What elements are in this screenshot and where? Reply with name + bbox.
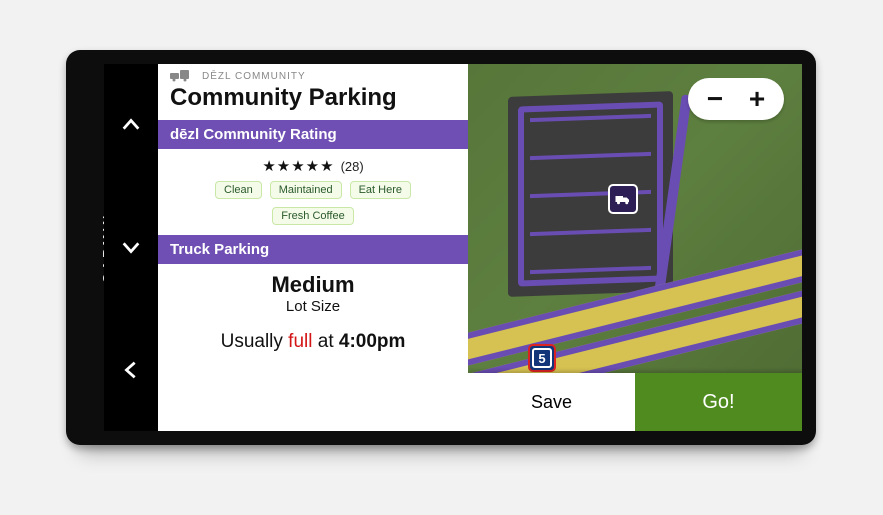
chevron-up-icon	[120, 114, 142, 136]
tag-fresh-coffee: Fresh Coffee	[272, 207, 353, 225]
action-bar: Save Go!	[468, 373, 802, 431]
parking-lot-shape	[508, 91, 673, 297]
page-title: Community Parking	[158, 84, 468, 120]
tag-clean: Clean	[215, 181, 262, 199]
dezl-community-icon	[170, 70, 196, 82]
usually-mid: at	[312, 331, 338, 352]
save-button[interactable]: Save	[468, 373, 635, 431]
community-brand-label: DĒZL COMMUNITY	[202, 71, 306, 82]
tag-maintained: Maintained	[270, 181, 342, 199]
info-panel: DĒZL COMMUNITY Community Parking dēzl Co…	[158, 64, 468, 431]
lot-size-label: Lot Size	[170, 298, 456, 315]
community-brand-row: DĒZL COMMUNITY	[158, 64, 468, 84]
screen: DĒZL COMMUNITY Community Parking dēzl Co…	[104, 64, 802, 431]
rating-section-header: dēzl Community Rating	[158, 120, 468, 149]
rating-stars: ★★★★★	[262, 157, 334, 175]
tag-list: Clean Maintained Eat Here Fresh Coffee	[158, 181, 468, 235]
usually-time: 4:00pm	[339, 331, 406, 352]
lot-size-block: Medium Lot Size	[158, 264, 468, 321]
go-button[interactable]: Go!	[635, 373, 802, 431]
zoom-in-button[interactable]: +	[740, 82, 774, 116]
lot-size-value: Medium	[170, 272, 456, 298]
map-view[interactable]: 5 − + Save Go!	[468, 64, 802, 431]
tag-eat-here: Eat Here	[350, 181, 411, 199]
chevron-down-icon	[120, 236, 142, 258]
rating-row: ★★★★★ (28)	[158, 149, 468, 181]
back-button[interactable]	[116, 355, 146, 385]
usually-status: full	[288, 331, 312, 352]
usually-full-line: Usually full at 4:00pm	[158, 321, 468, 367]
chevron-left-icon	[120, 359, 142, 381]
usually-prefix: Usually	[221, 331, 289, 352]
device-frame: GARMIN DĒZL COMMUNITY	[66, 50, 816, 445]
nav-column	[104, 64, 158, 431]
truck-poi-icon[interactable]	[608, 184, 638, 214]
zoom-out-button[interactable]: −	[698, 82, 732, 116]
rating-count: (28)	[341, 159, 364, 174]
zoom-control: − +	[688, 78, 784, 120]
parking-section-header: Truck Parking	[158, 235, 468, 264]
scroll-up-button[interactable]	[116, 110, 146, 140]
interstate-shield: 5	[528, 344, 556, 372]
scroll-down-button[interactable]	[116, 232, 146, 262]
